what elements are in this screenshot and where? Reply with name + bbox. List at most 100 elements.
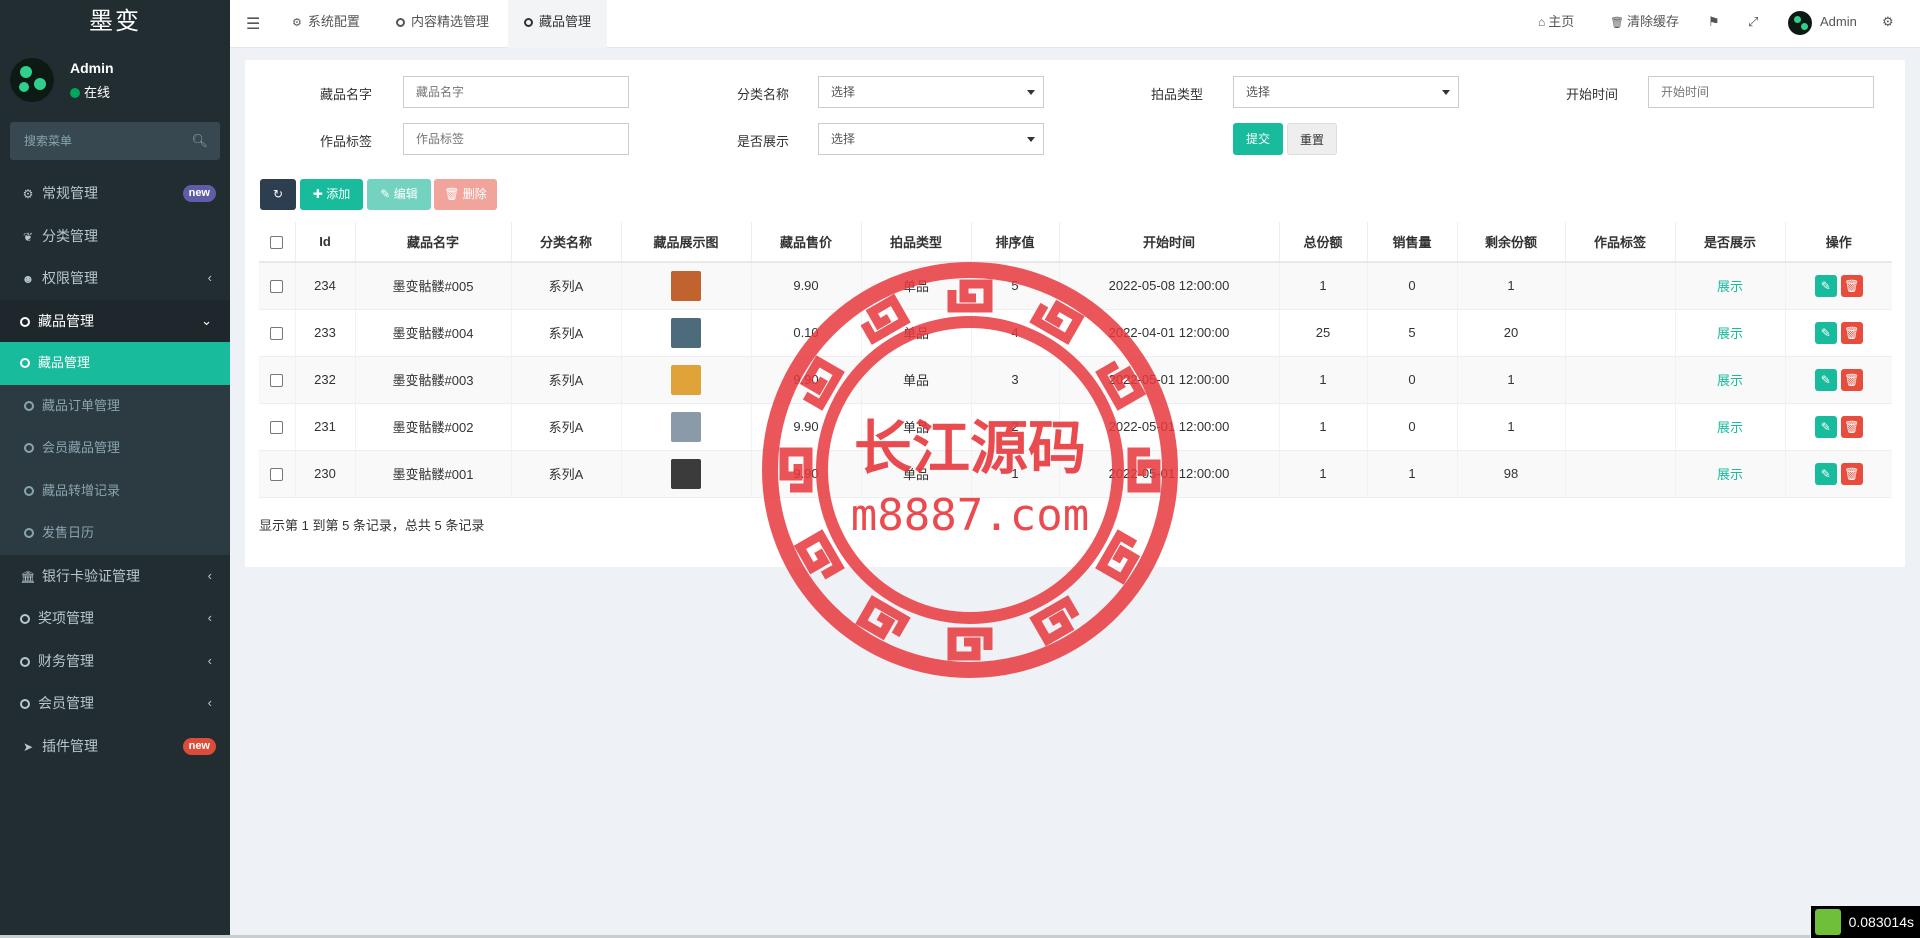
search-icon[interactable]: 🔍︎ <box>191 133 208 149</box>
cell-image <box>621 403 752 451</box>
table-row[interactable]: 234 墨变骷髅#005 系列A 9.90 单品 5 2022-05-08 12:00:00… <box>259 262 1892 310</box>
sidebar-subitem-calendar[interactable]: 发售日历 <box>0 512 230 555</box>
refresh-button[interactable]: ↻ <box>260 179 296 210</box>
sidebar-search-input[interactable] <box>10 122 220 160</box>
select-all-checkbox[interactable] <box>270 236 284 250</box>
tab-collection[interactable]: 藏品管理 <box>508 0 608 48</box>
collection-thumbnail[interactable] <box>671 411 701 442</box>
sidebar: 墨变 Admin 在线 🔍︎ ⚙ 常规管理 new ❦ 分类管理 ☻ 权限管理 ‹ 藏品管… <box>0 0 230 938</box>
sidebar-item-awards[interactable]: 奖项管理 ‹ <box>0 597 230 640</box>
sidebar-item-label: 银行卡验证管理 <box>42 567 140 584</box>
column-header[interactable]: 分类名称 <box>511 222 622 263</box>
table-row[interactable]: 230 墨变骷髅#001 系列A 9.90 单品 1 2022-05-01 12:00:00… <box>259 450 1892 498</box>
table-row[interactable]: 233 墨变骷髅#004 系列A 0.10 单品 4 2022-04-01 12:00:00… <box>259 309 1892 357</box>
filter-auction-type-select[interactable]: 选择 <box>1233 76 1459 108</box>
reset-button[interactable]: 重置 <box>1287 123 1337 155</box>
column-header[interactable]: 开始时间 <box>1059 222 1280 263</box>
row-checkbox[interactable] <box>270 280 284 294</box>
collection-thumbnail[interactable] <box>671 270 701 301</box>
column-header[interactable]: 排序值 <box>971 222 1060 263</box>
row-checkbox-cell[interactable] <box>259 450 296 498</box>
display-status-link[interactable]: 展示 <box>1717 467 1743 482</box>
row-checkbox[interactable] <box>270 327 284 341</box>
display-status-link[interactable]: 展示 <box>1717 326 1743 341</box>
row-edit-button[interactable]: ✎ <box>1814 368 1837 391</box>
column-header[interactable]: 藏品名字 <box>355 222 512 263</box>
cell-type: 单品 <box>861 450 972 498</box>
leaf-icon: ❦ <box>22 229 34 244</box>
column-header[interactable]: 是否展示 <box>1675 222 1786 263</box>
select-value: 选择 <box>831 132 856 146</box>
column-header[interactable]: Id <box>295 222 356 263</box>
row-edit-button[interactable]: ✎ <box>1814 321 1837 344</box>
tab-content-curation[interactable]: 内容精选管理 <box>380 0 505 48</box>
sidebar-subitem-orders[interactable]: 藏品订单管理 <box>0 385 230 428</box>
row-checkbox[interactable] <box>270 421 284 435</box>
filter-category-select[interactable]: 选择 <box>818 76 1044 108</box>
table-row[interactable]: 231 墨变骷髅#002 系列A 9.90 单品 2 2022-05-01 12:00:00… <box>259 403 1892 451</box>
admin-menu[interactable]: Admin <box>1788 0 1857 48</box>
brand-logo[interactable]: 墨变 <box>0 0 230 48</box>
submit-button[interactable]: 提交 <box>1233 123 1283 155</box>
sidebar-subitem-member-collection[interactable]: 会员藏品管理 <box>0 427 230 470</box>
sidebar-item-bank[interactable]: 🏛︎ 银行卡验证管理 ‹ <box>0 555 230 598</box>
collection-thumbnail[interactable] <box>671 364 701 395</box>
admin-name: Admin <box>1820 14 1857 29</box>
cell-remaining: 20 <box>1457 309 1566 357</box>
fullscreen-icon[interactable]: ⤢ <box>1748 0 1758 48</box>
sidebar-subitem-collection[interactable]: 藏品管理 <box>0 342 230 385</box>
row-checkbox-cell[interactable] <box>259 403 296 451</box>
delete-button[interactable]: 🗑︎ 删除 <box>434 179 497 210</box>
home-link[interactable]: ⌂ 主页 <box>1538 0 1574 48</box>
column-header[interactable]: 拍品类型 <box>861 222 972 263</box>
sidebar-subitem-transfer[interactable]: 藏品转增记录 <box>0 470 230 513</box>
display-status-link[interactable]: 展示 <box>1717 373 1743 388</box>
row-edit-button[interactable]: ✎ <box>1814 462 1837 485</box>
menu-toggle-icon[interactable]: ☰ <box>246 14 260 34</box>
settings-gears-icon[interactable]: ⚙ <box>1882 0 1894 48</box>
column-header[interactable]: 作品标签 <box>1565 222 1676 263</box>
row-delete-button[interactable]: 🗑︎ <box>1840 321 1863 344</box>
add-button[interactable]: ✚ 添加 <box>300 179 363 210</box>
filter-name-input[interactable] <box>403 76 629 108</box>
clear-cache-button[interactable]: 🗑︎ 清除缓存 <box>1610 0 1679 48</box>
display-status-link[interactable]: 展示 <box>1717 279 1743 294</box>
sidebar-item-collection[interactable]: 藏品管理 ⌄ <box>0 299 230 342</box>
sidebar-item-plugins[interactable]: ➤ 插件管理 new <box>0 725 230 768</box>
filter-label-display: 是否展示 <box>737 134 790 149</box>
row-checkbox-cell[interactable] <box>259 262 296 310</box>
row-delete-button[interactable]: 🗑︎ <box>1840 462 1863 485</box>
column-header[interactable]: 藏品展示图 <box>621 222 752 263</box>
row-checkbox-cell[interactable] <box>259 309 296 357</box>
filter-tag-input[interactable] <box>403 123 629 155</box>
row-delete-button[interactable]: 🗑︎ <box>1840 274 1863 297</box>
filter-start-time-input[interactable] <box>1648 76 1874 108</box>
column-header[interactable]: 剩余份额 <box>1457 222 1566 263</box>
column-header[interactable]: 总份额 <box>1279 222 1368 263</box>
row-delete-button[interactable]: 🗑︎ <box>1840 368 1863 391</box>
sidebar-item-members[interactable]: 会员管理 ‹ <box>0 682 230 725</box>
sidebar-item-general[interactable]: ⚙ 常规管理 new <box>0 172 230 215</box>
cell-id: 230 <box>295 450 356 498</box>
clear-cache-label: 清除缓存 <box>1626 14 1679 29</box>
sidebar-item-finance[interactable]: 财务管理 ‹ <box>0 640 230 683</box>
table-row[interactable]: 232 墨变骷髅#003 系列A 9.90 单品 3 2022-05-01 12:00:00… <box>259 356 1892 404</box>
sidebar-item-permission[interactable]: ☻ 权限管理 ‹ <box>0 257 230 300</box>
column-header[interactable]: 销售量 <box>1367 222 1458 263</box>
row-edit-button[interactable]: ✎ <box>1814 274 1837 297</box>
collection-thumbnail[interactable] <box>671 458 701 489</box>
column-header[interactable]: 藏品售价 <box>751 222 862 263</box>
sidebar-item-category[interactable]: ❦ 分类管理 <box>0 215 230 258</box>
filter-display-select[interactable]: 选择 <box>818 123 1044 155</box>
tab-system-config[interactable]: ⚙ 系统配置 <box>276 0 376 48</box>
row-edit-button[interactable]: ✎ <box>1814 415 1837 438</box>
language-icon[interactable]: ⚑ <box>1708 0 1720 48</box>
edit-button[interactable]: ✎ 编辑 <box>367 179 431 210</box>
row-checkbox-cell[interactable] <box>259 356 296 404</box>
collection-thumbnail[interactable] <box>671 317 701 348</box>
select-all-checkbox-cell[interactable] <box>259 222 296 263</box>
row-checkbox[interactable] <box>270 468 284 482</box>
row-delete-button[interactable]: 🗑︎ <box>1840 415 1863 438</box>
row-checkbox[interactable] <box>270 374 284 388</box>
display-status-link[interactable]: 展示 <box>1717 420 1743 435</box>
